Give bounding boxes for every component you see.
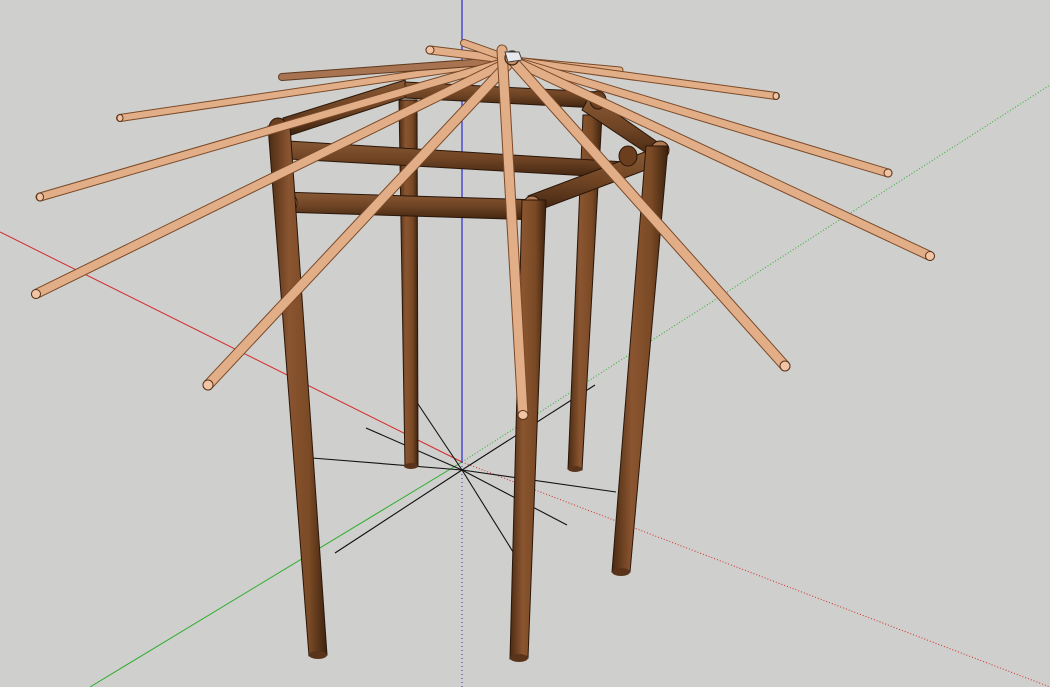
beam[interactable] bbox=[271, 139, 626, 179]
rafter-end bbox=[779, 360, 791, 372]
beam[interactable] bbox=[279, 191, 541, 221]
rafter-end bbox=[925, 251, 935, 261]
post-foot bbox=[612, 568, 630, 576]
rafters[interactable] bbox=[31, 39, 935, 421]
rafter-end bbox=[202, 379, 214, 391]
rafter[interactable] bbox=[497, 45, 528, 420]
rafter-end bbox=[425, 45, 435, 55]
guide-line bbox=[461, 469, 516, 556]
model-canvas[interactable] bbox=[0, 0, 1050, 687]
apex-plate bbox=[504, 51, 523, 63]
rafter-end bbox=[31, 289, 41, 299]
beam-end bbox=[618, 145, 638, 167]
red-axis-solid bbox=[0, 231, 463, 463]
red-axis-dotted bbox=[461, 461, 1050, 687]
rafter-end bbox=[116, 114, 124, 122]
post-foot bbox=[309, 651, 327, 659]
rafter-end bbox=[883, 168, 893, 178]
rafter-end bbox=[772, 92, 780, 100]
post-foot bbox=[404, 463, 418, 469]
rafter-end bbox=[517, 410, 529, 420]
rafter-end bbox=[36, 192, 44, 202]
green-axis-dotted bbox=[461, 84, 1050, 463]
post-foot bbox=[510, 654, 528, 662]
green-axis-solid bbox=[89, 461, 463, 687]
post-foot bbox=[568, 466, 582, 472]
guide-line bbox=[461, 469, 617, 493]
3d-modeling-viewport[interactable] bbox=[0, 0, 1050, 687]
guide-line bbox=[334, 469, 463, 554]
